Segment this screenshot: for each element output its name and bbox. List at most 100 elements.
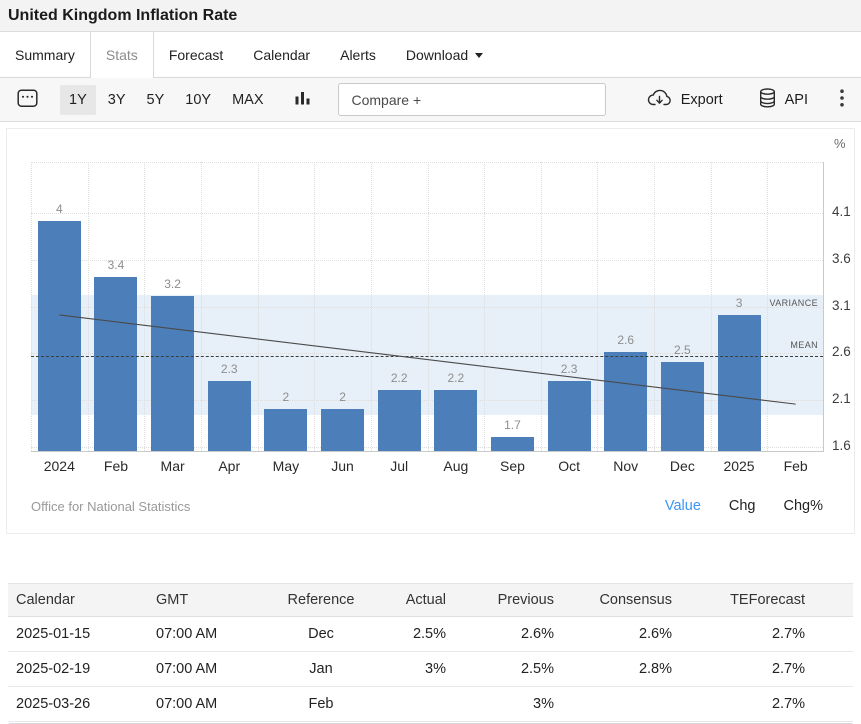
tab-calendar[interactable]: Calendar xyxy=(238,32,325,77)
x-axis-label: 2025 xyxy=(711,458,768,474)
x-axis-label: Apr xyxy=(201,458,258,474)
x-axis-label: Dec xyxy=(654,458,711,474)
column-header-gmt: GMT xyxy=(146,584,266,617)
y-axis-tick-label: 2.6 xyxy=(832,344,851,359)
table-cell: 3% xyxy=(376,652,456,687)
tab-label: Download xyxy=(406,47,468,63)
range-1y-button[interactable]: 1Y xyxy=(60,85,96,115)
table-row: 2025-03-2607:00 AMFeb 3% 2.7% xyxy=(8,687,853,722)
tab-label: Calendar xyxy=(253,47,310,63)
table-cell: 2.7% xyxy=(682,687,853,722)
date-range-picker-button[interactable] xyxy=(13,84,42,115)
range-buttons: 1Y3Y5Y10YMAX xyxy=(60,85,275,115)
chart-type-button[interactable] xyxy=(291,85,314,115)
y-axis-tick-label: 1.6 xyxy=(832,438,851,453)
range-5y-button[interactable]: 5Y xyxy=(138,85,174,115)
table-cell: Feb xyxy=(266,687,376,722)
y-axis-tick-label: 4.1 xyxy=(832,204,851,219)
table-cell: 2.7% xyxy=(682,652,853,687)
bar-value-label: 3 xyxy=(709,296,769,310)
range-3y-button[interactable]: 3Y xyxy=(99,85,135,115)
x-axis-label: Jun xyxy=(314,458,371,474)
bar-value-label: 2 xyxy=(313,390,373,404)
column-header-reference: Reference xyxy=(266,584,376,617)
tab-summary[interactable]: Summary xyxy=(0,32,90,77)
table-cell: 07:00 AM xyxy=(146,617,266,652)
table-body: 2025-01-1507:00 AMDec2.5%2.6%2.6%2.7%202… xyxy=(8,617,853,722)
series-toggle-value[interactable]: Value xyxy=(665,498,701,514)
tab-label: Forecast xyxy=(169,47,223,63)
table-cell: 2.8% xyxy=(564,652,682,687)
table-cell: Dec xyxy=(266,617,376,652)
x-axis-label: Mar xyxy=(144,458,201,474)
table-row: 2025-02-1907:00 AMJan3%2.5%2.8%2.7% xyxy=(8,652,853,687)
table-cell: 2025-02-19 xyxy=(8,652,146,687)
bar-value-label: 4 xyxy=(29,202,89,216)
table-cell xyxy=(564,687,682,722)
table-cell: 07:00 AM xyxy=(146,687,266,722)
table-cell: 2025-01-15 xyxy=(8,617,146,652)
chart-plot: % 1.62.12.63.13.64.1VARIANCEMEAN43.43.22… xyxy=(31,162,824,452)
table-cell: 2025-03-26 xyxy=(8,687,146,722)
y-axis-tick-label: 3.6 xyxy=(832,251,851,266)
more-menu-button[interactable] xyxy=(836,85,848,114)
table-cell: 2.6% xyxy=(456,617,564,652)
x-axis-label: Jul xyxy=(371,458,428,474)
tab-forecast[interactable]: Forecast xyxy=(154,32,238,77)
table-row: 2025-01-1507:00 AMDec2.5%2.6%2.6%2.7% xyxy=(8,617,853,652)
bar-value-label: 2 xyxy=(256,390,316,404)
x-axis-label: Nov xyxy=(597,458,654,474)
tab-stats[interactable]: Stats xyxy=(90,32,154,78)
table-cell: 3% xyxy=(456,687,564,722)
export-button[interactable]: Export xyxy=(647,89,723,110)
x-axis-label: Feb xyxy=(767,458,824,474)
range-max-button[interactable]: MAX xyxy=(223,85,272,115)
x-axis-label: May xyxy=(258,458,315,474)
table-header-row: CalendarGMTReferenceActualPreviousConsen… xyxy=(8,584,853,617)
api-label: API xyxy=(785,92,808,108)
column-chart-icon xyxy=(295,89,310,111)
table-cell: 2.5% xyxy=(456,652,564,687)
y-axis-tick-label: 3.1 xyxy=(832,298,851,313)
calendar-table: CalendarGMTReferenceActualPreviousConsen… xyxy=(8,583,853,722)
tab-label: Stats xyxy=(106,47,138,63)
column-header-actual: Actual xyxy=(376,584,456,617)
table-cell: 2.7% xyxy=(682,617,853,652)
compare-input[interactable] xyxy=(338,83,606,116)
trend-line xyxy=(31,162,824,452)
bar-value-label: 2.2 xyxy=(369,371,429,385)
table-cell xyxy=(376,687,456,722)
chart-card: % 1.62.12.63.13.64.1VARIANCEMEAN43.43.22… xyxy=(6,128,855,534)
tab-download[interactable]: Download xyxy=(391,32,498,77)
series-toggle-chgpct[interactable]: Chg% xyxy=(784,498,824,514)
chart-source: Office for National Statistics xyxy=(31,499,190,514)
x-axis-label: 2024 xyxy=(31,458,88,474)
page-title: United Kingdom Inflation Rate xyxy=(8,7,237,25)
page-header: United Kingdom Inflation Rate xyxy=(0,0,861,32)
database-icon xyxy=(759,88,776,112)
y-axis-unit: % xyxy=(834,136,846,151)
table-cell: 2.5% xyxy=(376,617,456,652)
column-header-consensus: Consensus xyxy=(564,584,682,617)
export-label: Export xyxy=(681,92,723,108)
bar-value-label: 2.5 xyxy=(652,343,712,357)
bar-value-label: 2.6 xyxy=(596,333,656,347)
table-cell: Jan xyxy=(266,652,376,687)
tab-alerts[interactable]: Alerts xyxy=(325,32,391,77)
table-cell: 2.6% xyxy=(564,617,682,652)
column-header-teforecast: TEForecast xyxy=(682,584,853,617)
x-axis-label: Aug xyxy=(428,458,485,474)
tab-label: Summary xyxy=(15,47,75,63)
chevron-down-icon xyxy=(475,53,483,62)
series-toggle-chg[interactable]: Chg xyxy=(729,498,756,514)
series-toggles: Value Chg Chg% xyxy=(665,498,823,514)
range-10y-button[interactable]: 10Y xyxy=(176,85,220,115)
bar-value-label: 3.2 xyxy=(143,277,203,291)
column-header-calendar: Calendar xyxy=(8,584,146,617)
mean-label: MEAN xyxy=(790,340,818,350)
tab-label: Alerts xyxy=(340,47,376,63)
api-button[interactable]: API xyxy=(759,88,808,112)
cloud-download-icon xyxy=(647,89,672,110)
kebab-menu-icon xyxy=(840,89,844,110)
bar-value-label: 3.4 xyxy=(86,258,146,272)
